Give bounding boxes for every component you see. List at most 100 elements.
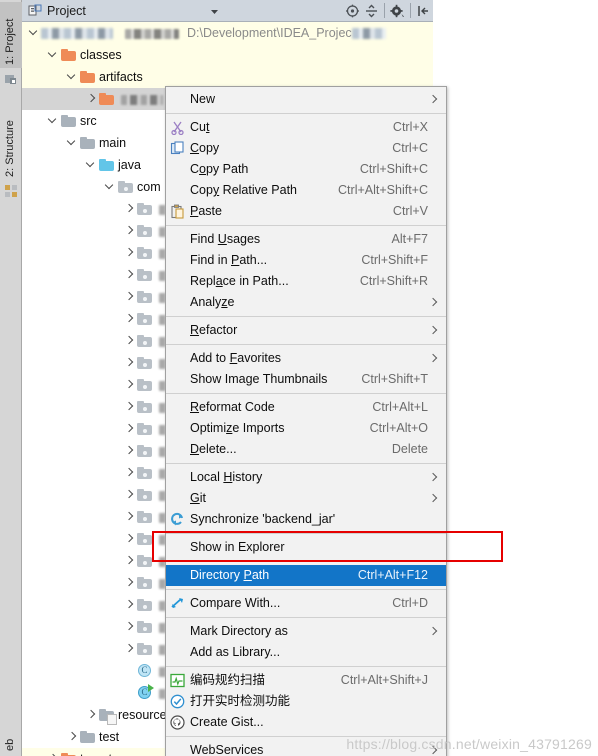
menu-item-paste[interactable]: Paste Ctrl+V <box>166 201 446 222</box>
menu-item-synchronize-backend-jar[interactable]: Synchronize 'backend_jar' <box>166 509 446 530</box>
menu-item-icon-placeholder <box>166 642 188 663</box>
expand-arrow-icon[interactable] <box>123 330 136 352</box>
menu-separator <box>166 617 446 618</box>
folder-orange <box>60 44 77 66</box>
collapse-arrow-icon[interactable] <box>104 176 117 198</box>
folder-package <box>136 242 153 264</box>
expand-arrow-icon[interactable] <box>123 440 136 462</box>
expand-arrow-icon[interactable] <box>123 242 136 264</box>
expand-arrow-icon[interactable] <box>123 396 136 418</box>
folder-package <box>136 396 153 418</box>
menu-item-add-to-favorites[interactable]: Add to Favorites <box>166 348 446 369</box>
folder-gray <box>61 115 76 127</box>
menu-item-icon-placeholder <box>166 397 188 418</box>
menu-separator <box>166 225 446 226</box>
tree-row-label: target <box>77 748 112 756</box>
menu-item-compare-with[interactable]: Compare With... Ctrl+D <box>166 593 446 614</box>
expand-arrow-icon[interactable] <box>123 638 136 660</box>
submenu-arrow-icon <box>428 348 438 369</box>
menu-item-show-image-thumbnails[interactable]: Show Image Thumbnails Ctrl+Shift+T <box>166 369 446 390</box>
expand-arrow-icon[interactable] <box>123 462 136 484</box>
collapse-arrow-icon[interactable] <box>66 132 79 154</box>
expand-arrow-icon[interactable] <box>123 594 136 616</box>
menu-item-mark-directory-as[interactable]: Mark Directory as <box>166 621 446 642</box>
collapse-arrow-icon[interactable] <box>47 110 60 132</box>
no-arrow <box>123 660 136 682</box>
collapse-arrow-icon[interactable] <box>47 44 60 66</box>
folder-package <box>137 533 152 545</box>
menu-item-copy-path[interactable]: Copy Path Ctrl+Shift+C <box>166 159 446 180</box>
sidebar-item-structure[interactable]: 2: Structure <box>0 96 22 180</box>
menu-item-replace-in-path[interactable]: Replace in Path... Ctrl+Shift+R <box>166 271 446 292</box>
expand-arrow-icon[interactable] <box>47 748 60 756</box>
redacted-name <box>125 28 179 39</box>
menu-item-label: Copy Path <box>190 162 249 176</box>
folder-blue <box>99 159 114 171</box>
watermark: https://blog.csdn.net/weixin_43791269 <box>346 736 592 752</box>
expand-arrow-icon[interactable] <box>123 264 136 286</box>
menu-item-find-in-path[interactable]: Find in Path... Ctrl+Shift+F <box>166 250 446 271</box>
menu-item-analyze[interactable]: Analyze <box>166 292 446 313</box>
collapse-all-icon[interactable] <box>363 3 380 19</box>
expand-arrow-icon[interactable] <box>123 374 136 396</box>
menu-item-icon-placeholder <box>166 271 188 292</box>
tree-row[interactable]: D:\Development\IDEA_Projec <box>22 22 433 44</box>
project-view-icon <box>27 3 43 19</box>
menu-item-find-usages[interactable]: Find Usages Alt+F7 <box>166 229 446 250</box>
sidebar-item-project[interactable]: 1: Project <box>0 2 22 68</box>
submenu-arrow-icon <box>428 89 438 110</box>
expand-arrow-icon[interactable] <box>85 704 98 726</box>
menu-item-icon-placeholder <box>166 565 188 586</box>
menu-item-new[interactable]: New <box>166 89 446 110</box>
collapse-arrow-icon[interactable] <box>66 66 79 88</box>
expand-arrow-icon[interactable] <box>123 352 136 374</box>
expand-arrow-icon[interactable] <box>123 572 136 594</box>
menu-item-directory-path[interactable]: Directory Path Ctrl+Alt+F12 <box>166 565 446 586</box>
expand-arrow-icon[interactable] <box>123 528 136 550</box>
menu-item-icon-placeholder <box>166 740 188 756</box>
menu-item-delete[interactable]: Delete... Delete <box>166 439 446 460</box>
menu-item-label: Copy Relative Path <box>190 183 298 197</box>
project-icon <box>4 72 18 86</box>
target-icon[interactable] <box>344 3 361 19</box>
menu-item-reformat-code[interactable]: Reformat Code Ctrl+Alt+L <box>166 397 446 418</box>
menu-item-[interactable]: 编码规约扫描 Ctrl+Alt+Shift+J <box>166 670 446 691</box>
hide-icon[interactable] <box>415 3 432 19</box>
chevron-down-icon[interactable] <box>206 3 223 19</box>
gear-icon[interactable] <box>389 3 406 19</box>
menu-item-show-in-explorer[interactable]: Show in Explorer <box>166 537 446 558</box>
menu-item-refactor[interactable]: Refactor <box>166 320 446 341</box>
collapse-arrow-icon[interactable] <box>28 22 41 44</box>
folder-package <box>136 352 153 374</box>
menu-item-copy-relative-path[interactable]: Copy Relative Path Ctrl+Alt+Shift+C <box>166 180 446 201</box>
folder-package <box>136 198 153 220</box>
menu-item-optimize-imports[interactable]: Optimize Imports Ctrl+Alt+O <box>166 418 446 439</box>
expand-arrow-icon[interactable] <box>66 726 79 748</box>
menu-item-label: Cut <box>190 120 210 134</box>
sidebar-item-web[interactable]: eb <box>0 716 22 754</box>
menu-item-cut[interactable]: Cut Ctrl+X <box>166 117 446 138</box>
expand-arrow-icon[interactable] <box>123 418 136 440</box>
expand-arrow-icon[interactable] <box>123 616 136 638</box>
menu-separator <box>166 113 446 114</box>
expand-arrow-icon[interactable] <box>123 484 136 506</box>
menu-item-create-gist[interactable]: Create Gist... <box>166 712 446 733</box>
collapse-arrow-icon[interactable] <box>85 154 98 176</box>
tree-row[interactable]: classes <box>22 44 433 66</box>
expand-arrow-icon[interactable] <box>123 550 136 572</box>
menu-item-copy[interactable]: Copy Ctrl+C <box>166 138 446 159</box>
expand-arrow-icon[interactable] <box>123 308 136 330</box>
tree-row[interactable]: artifacts <box>22 66 433 88</box>
context-menu[interactable]: New Cut Ctrl+X Copy Ctrl+C Copy Path Ctrl+Shif… <box>165 86 447 756</box>
expand-arrow-icon[interactable] <box>123 286 136 308</box>
expand-arrow-icon[interactable] <box>123 220 136 242</box>
expand-arrow-icon[interactable] <box>123 506 136 528</box>
menu-item-icon-placeholder <box>166 537 188 558</box>
menu-item-[interactable]: 打开实时检测功能 <box>166 691 446 712</box>
menu-item-add-as-library[interactable]: Add as Library... <box>166 642 446 663</box>
folder-orange <box>80 71 95 83</box>
expand-arrow-icon[interactable] <box>85 88 98 110</box>
menu-item-local-history[interactable]: Local History <box>166 467 446 488</box>
expand-arrow-icon[interactable] <box>123 198 136 220</box>
menu-item-git[interactable]: Git <box>166 488 446 509</box>
